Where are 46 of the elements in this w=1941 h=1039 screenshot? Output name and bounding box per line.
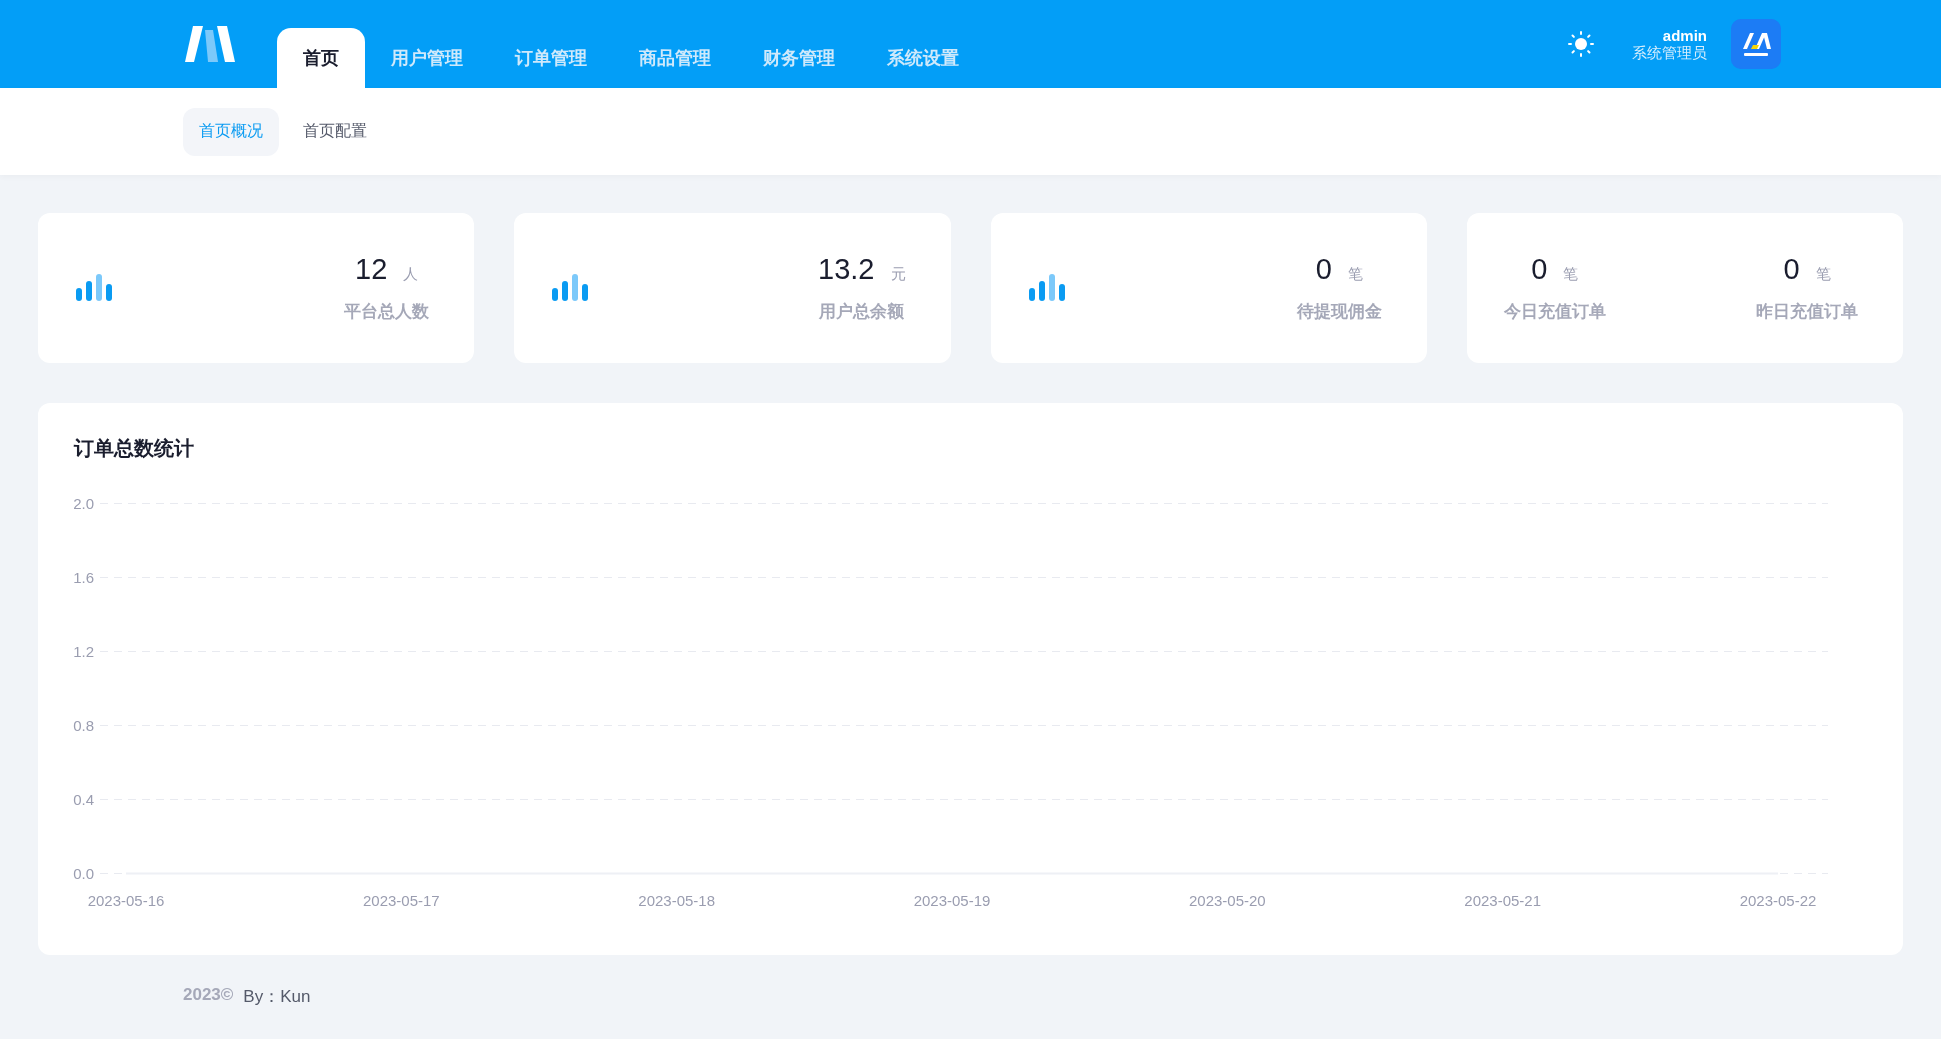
stat-label: 今日充值订单 — [1503, 301, 1606, 323]
axis-date-label: 2023-05-17 — [362, 891, 440, 909]
axis-date-label: 2023-05-18 — [638, 891, 716, 909]
nav-tab[interactable]: 系统设置 — [861, 28, 985, 88]
user-role: 系统管理员 — [1632, 44, 1707, 61]
stat-unit: 笔 — [1347, 265, 1363, 284]
stat-value: 0 — [1531, 253, 1548, 286]
axis-tick-label: 1.2 — [73, 642, 94, 660]
nav-tab[interactable]: 用户管理 — [365, 28, 489, 88]
stat-value: 13.2 — [818, 253, 875, 286]
axis-tick-label: 0.4 — [73, 790, 94, 808]
sun-icon[interactable] — [1568, 31, 1594, 57]
axis-date-label: 2023-05-16 — [87, 891, 165, 909]
nav-tab[interactable]: 商品管理 — [613, 28, 737, 88]
copyright-text: 2023© — [183, 985, 234, 1006]
stat-label: 用户总余额 — [819, 301, 905, 323]
sub-tab[interactable]: 首页配置 — [287, 107, 383, 156]
axis-date-label: 2023-05-21 — [1464, 891, 1542, 909]
stat-label: 待提现佣金 — [1296, 301, 1382, 323]
nav-tab[interactable]: 首页 — [277, 28, 365, 88]
bar-chart-icon — [551, 273, 590, 303]
stat-unit: 笔 — [1815, 265, 1831, 284]
axis-date-label: 2023-05-19 — [913, 891, 991, 909]
stat-value: 12 — [355, 253, 388, 286]
stat-label: 平台总人数 — [344, 301, 430, 323]
user-name: admin — [1662, 27, 1707, 44]
logo-icon — [183, 24, 237, 64]
axis-date-label: 2023-05-20 — [1188, 891, 1266, 909]
axis-tick-label: 0.0 — [73, 864, 94, 882]
bar-chart-icon — [75, 273, 113, 303]
stat-label: 昨日充值订单 — [1756, 301, 1858, 323]
sub-tab[interactable]: 首页概况 — [183, 107, 279, 156]
axis-tick-label: 0.8 — [73, 716, 94, 734]
stat-unit: 笔 — [1563, 265, 1579, 284]
stat-value: 0 — [1783, 253, 1800, 286]
nav-tab[interactable]: 订单管理 — [489, 28, 613, 88]
stat-value: 0 — [1315, 253, 1332, 286]
chart-title: 订单总数统计 — [72, 436, 195, 461]
bar-chart-icon — [1027, 273, 1066, 303]
nav-tab[interactable]: 财务管理 — [737, 28, 861, 88]
stat-unit: 元 — [890, 265, 906, 284]
axis-tick-label: 1.6 — [73, 568, 94, 586]
axis-date-label: 2023-05-22 — [1739, 891, 1817, 909]
axis-tick-label: 2.0 — [73, 494, 94, 512]
author-text: By：Kun — [243, 986, 311, 1008]
stat-unit: 人 — [403, 265, 419, 284]
